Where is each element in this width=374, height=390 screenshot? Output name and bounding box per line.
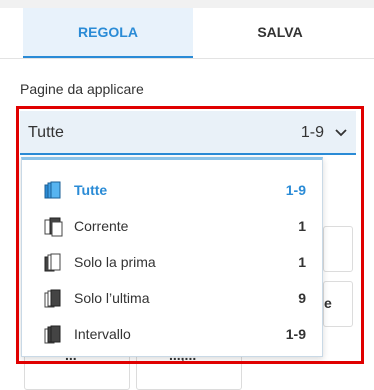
tab-regola[interactable]: REGOLA (23, 8, 193, 58)
background-text: e (324, 295, 332, 311)
page-last-icon (44, 289, 61, 308)
top-strip (0, 0, 374, 8)
option-count: 1 (298, 254, 306, 270)
option-label: Solo la prima (74, 254, 156, 270)
option-label: Solo l’ultima (74, 290, 150, 306)
tab-salva[interactable]: SALVA (195, 8, 365, 58)
option-label: Corrente (74, 218, 129, 234)
option-label: Intervallo (74, 326, 131, 342)
page-first-icon (44, 253, 61, 272)
option-intervallo[interactable]: Intervallo 1-9 (22, 316, 322, 352)
select-value: Tutte (28, 124, 64, 141)
page-range-icon (44, 325, 61, 344)
chevron-down-icon (335, 129, 347, 137)
option-solo-la-prima[interactable]: Solo la prima 1 (22, 244, 322, 280)
option-count: 9 (298, 290, 306, 306)
page-current-icon (44, 217, 63, 237)
background-control[interactable]: e (323, 281, 353, 327)
pages-select[interactable]: Tutte 1-9 (20, 111, 356, 155)
pages-all-icon (44, 181, 61, 199)
option-count: 1-9 (285, 182, 306, 198)
option-tutte[interactable]: Tutte 1-9 (22, 172, 322, 208)
pages-to-apply-label: Pagine da applicare (20, 81, 144, 97)
option-label: Tutte (74, 182, 108, 198)
pages-dropdown-menu: Tutte 1-9 Corrente 1 Solo la prima 1 Sol… (21, 157, 323, 357)
option-count: 1 (298, 218, 306, 234)
tab-bar: REGOLA SALVA (0, 8, 374, 59)
select-range: 1-9 (300, 124, 324, 141)
option-solo-ultima[interactable]: Solo l’ultima 9 (22, 280, 322, 316)
option-corrente[interactable]: Corrente 1 (22, 208, 322, 244)
option-count: 1-9 (285, 326, 306, 342)
background-control[interactable] (323, 226, 353, 272)
